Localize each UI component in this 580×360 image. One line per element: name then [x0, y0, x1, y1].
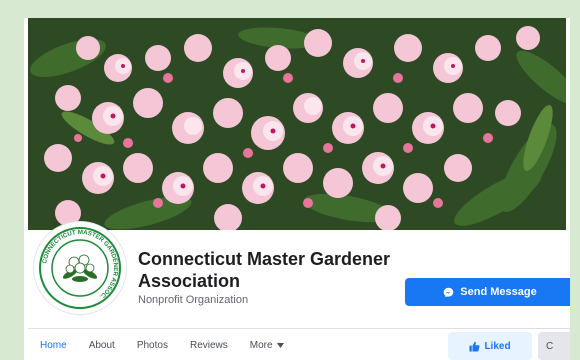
tab-about[interactable]: About — [89, 340, 115, 351]
header-divider — [28, 328, 570, 329]
mountain-laurel-flowers-image — [28, 18, 566, 230]
tab-about-label: About — [88, 340, 115, 351]
tab-photos-label: Photos — [136, 340, 168, 351]
tab-home-label: Home — [40, 340, 67, 351]
send-message-label: Send Message — [460, 286, 537, 298]
profile-picture[interactable]: CONNECTICUT MASTER GARDENER ASSOC. — [34, 222, 126, 314]
tab-home[interactable]: Home — [40, 340, 67, 351]
more-actions-label: C — [546, 340, 554, 352]
tab-more-label: More — [249, 340, 273, 351]
page-tabs: Home About Photos Reviews More — [40, 340, 306, 351]
cmga-logo: CONNECTICUT MASTER GARDENER ASSOC. — [39, 227, 121, 309]
page-category: Nonprofit Organization — [138, 294, 249, 306]
liked-label: Liked — [484, 340, 511, 352]
tab-more[interactable]: More — [250, 340, 284, 351]
facebook-page-frame: CONNECTICUT MASTER GARDENER ASSOC. Conne… — [24, 18, 570, 360]
thumbs-up-icon — [469, 341, 480, 352]
more-actions-button[interactable]: C — [538, 332, 570, 360]
cover-photo[interactable] — [28, 18, 566, 230]
send-message-button[interactable]: Send Message — [405, 278, 570, 306]
caret-down-icon — [276, 343, 284, 348]
page-title: Connecticut Master Gardener Association — [138, 249, 391, 291]
liked-button[interactable]: Liked — [448, 332, 532, 360]
messenger-icon — [444, 287, 454, 297]
tab-reviews-label: Reviews — [189, 340, 228, 351]
tab-photos[interactable]: Photos — [137, 340, 168, 351]
tab-reviews[interactable]: Reviews — [190, 340, 228, 351]
